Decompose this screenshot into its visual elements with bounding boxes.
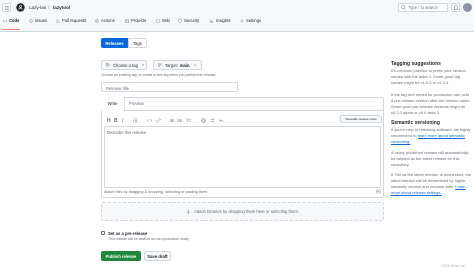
arrow-down-icon [186,209,191,214]
tab-insights[interactable]: Insights [216,18,230,23]
release-title-placeholder: Release title [106,85,130,91]
target-label: Target: [165,62,178,68]
prerelease-suggestions-text: If the tag isn't meant for production us… [391,92,471,115]
search-placeholder: Type / to search [408,5,438,10]
prerelease-label[interactable]: Set as a pre-release [108,231,147,236]
tab-wiki[interactable]: Wiki [162,18,170,23]
chevron-down-icon [193,64,196,66]
ordered-list-icon[interactable] [177,118,182,123]
tasklist-icon[interactable] [186,118,191,123]
bold-icon[interactable]: B [114,118,119,124]
reply-icon[interactable] [219,118,224,123]
semantic-versioning-heading: Semantic versioning [391,120,440,126]
tab-pull-requests[interactable]: Pull requests [62,18,86,23]
bell-icon [453,5,459,10]
code-icon[interactable] [147,118,152,123]
pull-request-icon [56,18,60,23]
book-icon [156,19,160,23]
tab-code[interactable]: Code [9,18,19,23]
releases-tab[interactable]: Releases [101,38,128,48]
search-icon [401,5,406,10]
prerelease-hint: This release will be labeled as non-prod… [108,237,189,241]
tab-preview[interactable]: Preview [129,101,144,106]
release-settings-text: If 'Set as the latest release' is unchec… [391,172,472,195]
saved-replies-button[interactable]: Saveable release notes [340,115,382,123]
breadcrumb-repo[interactable]: lazytool [53,5,70,10]
choose-tag-button[interactable]: Choose a tag [101,60,147,70]
semantic-versioning-text: If you're new to releasing software, we … [391,127,471,144]
branch-icon [158,63,162,67]
prerelease-checkbox[interactable] [101,231,105,235]
code-icon [3,19,7,22]
menu-icon [5,6,9,10]
tab-security[interactable]: Security [184,18,199,23]
chevron-down-icon [141,64,145,66]
binaries-hint: Attach binaries by dropping them here or… [194,209,299,214]
tag-icon [106,63,110,67]
tab-write-label: Write [107,101,118,107]
cross-reference-icon[interactable] [210,118,215,123]
tab-settings[interactable]: Settings [246,18,261,23]
breadcrumb-owner[interactable]: Lazy-lan [29,5,46,10]
release-settings-link-cont[interactable]: more about release settings. [391,190,441,195]
attach-files-hint: Attach files by dragging & dropping, sel… [104,190,209,194]
tab-projects[interactable]: Projects [131,18,146,23]
mention-icon[interactable] [201,118,206,123]
target-value: main [179,62,190,68]
tagging-suggestions-heading: Tagging suggestions [391,61,441,67]
tags-tab[interactable]: Tags [128,38,147,48]
target-branch-button[interactable]: Target: main [153,60,202,70]
notifications-button[interactable] [451,3,460,12]
github-logo-icon[interactable] [16,3,25,12]
tagging-suggestions-text: It's common practice to prefix your vers… [391,68,466,85]
gear-icon [240,19,244,22]
breadcrumb-separator: / [48,5,50,10]
save-draft-button[interactable]: Save draft [144,251,171,261]
table-icon [125,18,129,23]
graph-icon [210,19,214,23]
tab-actions[interactable]: Actions [101,18,115,23]
shield-icon [178,18,182,23]
publish-release-button[interactable]: Publish release [101,251,141,261]
semver-link-cont[interactable]: versioning. [391,139,410,144]
release-body-textarea[interactable]: Describe this release [104,126,381,188]
quote-icon[interactable] [133,118,138,123]
hamburger-menu-button[interactable] [2,3,11,12]
choose-tag-label: Choose a tag [113,62,138,68]
semver-link[interactable]: learn more about semantic [418,133,465,138]
avatar[interactable] [463,3,472,12]
issue-icon [29,18,33,23]
binaries-dropzone[interactable]: Attach binaries by dropping them here or… [101,202,384,221]
italic-icon[interactable]: I [122,118,127,124]
watermark: CSDN @lazy-lan [441,264,466,268]
tab-write[interactable]: Write [101,97,125,111]
play-icon [95,18,99,23]
header-divider [0,31,474,32]
editor-tabs-divider [101,110,384,111]
unordered-list-icon[interactable] [169,118,174,123]
link-icon[interactable] [156,118,161,123]
tag-hint: Choose an existing tag, or create a new … [101,73,217,77]
heading-icon[interactable]: H [107,118,112,124]
release-settings-link[interactable]: Learn [455,184,465,189]
release-title-input[interactable]: Release title [101,82,238,92]
release-body-placeholder: Describe this release [107,130,147,135]
markdown-icon [376,189,381,194]
latest-release-text: A newly published release will automatic… [391,150,469,167]
tab-issues[interactable]: Issues [35,18,47,23]
